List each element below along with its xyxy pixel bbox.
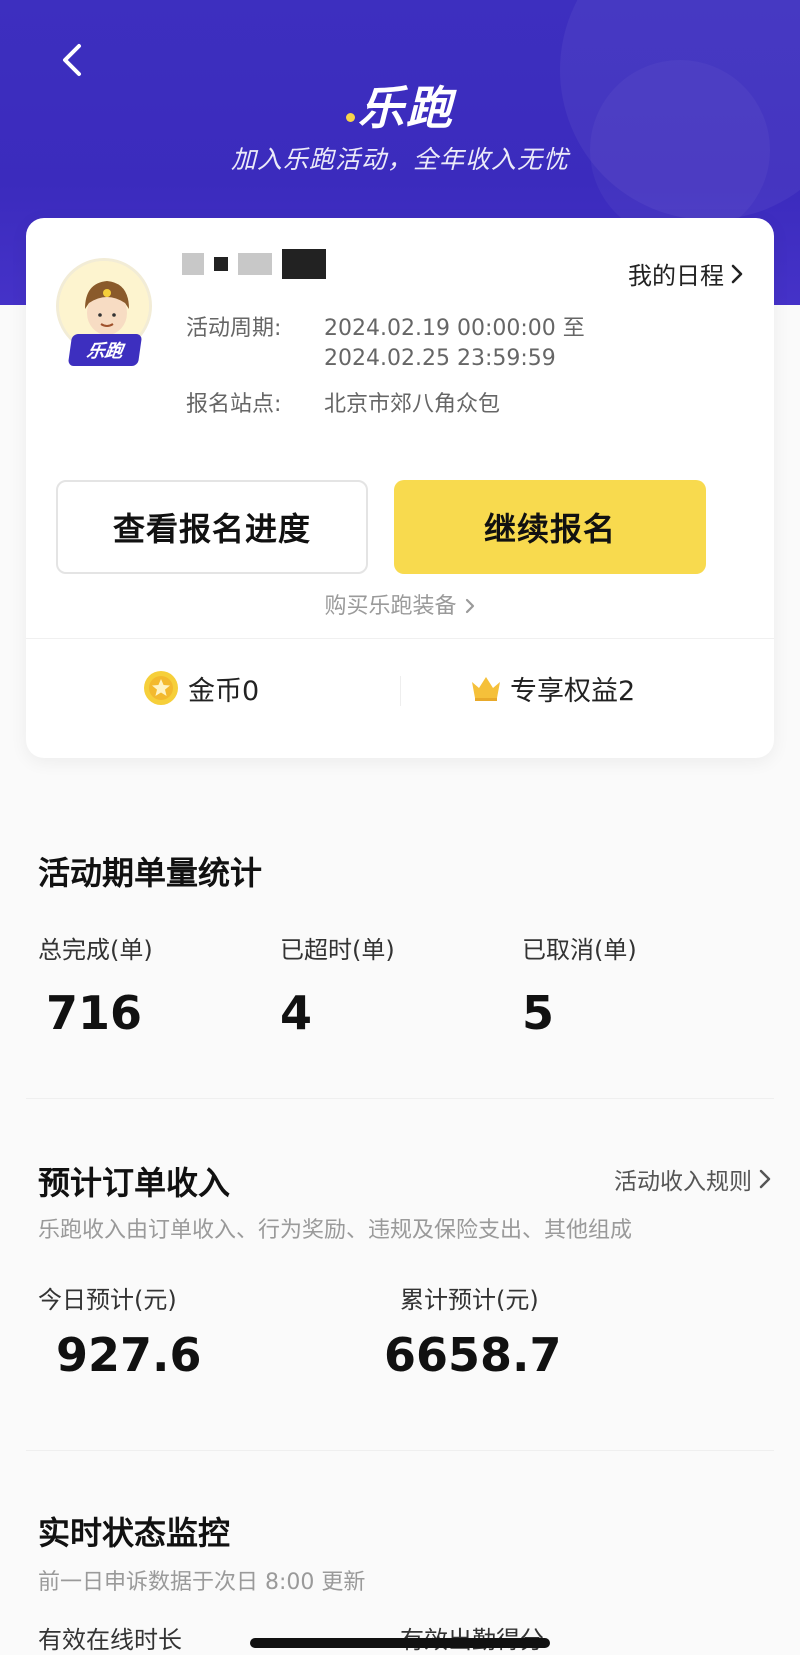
order-stats-title-text: 活动期单量统计	[38, 854, 263, 892]
my-schedule-link[interactable]: 我的日程	[628, 256, 744, 291]
exclusive-benefits-label: 专享权益2	[510, 675, 636, 707]
brand-logo: 乐跑	[0, 72, 800, 138]
today-estimate-value: 927.6	[56, 1328, 202, 1382]
coin-icon	[144, 671, 178, 705]
username-redacted	[182, 240, 352, 288]
income-rules-label: 活动收入规则	[614, 1169, 752, 1195]
brand-badge: 乐跑	[67, 334, 143, 366]
divider	[26, 1098, 774, 1099]
chevron-right-icon	[759, 1169, 771, 1189]
completed-value: 716	[46, 986, 143, 1040]
chevron-right-icon	[731, 264, 743, 283]
online-duration-label: 有效在线时长	[38, 1626, 182, 1654]
signup-station-label: 报名站点:	[186, 392, 282, 417]
my-schedule-label: 我的日程	[628, 262, 724, 290]
timeout-value: 4	[280, 986, 313, 1040]
activity-period-start: 2024.02.19 00:00:00 至	[324, 316, 585, 341]
monitor-title: 实时状态监控	[34, 1502, 231, 1554]
income-title-text: 预计订单收入	[38, 1164, 231, 1202]
signup-station-value: 北京市郊八角众包	[324, 392, 501, 417]
coins-label: 金币0	[188, 675, 260, 707]
chevron-right-icon	[465, 598, 474, 614]
cancelled-label: 已取消(单)	[522, 936, 637, 964]
total-estimate-label: 累计预计(元)	[400, 1286, 539, 1314]
crown-icon	[472, 677, 500, 701]
signup-station-row: 报名站点: 北京市郊八角众包	[186, 386, 500, 418]
exclusive-benefits-stat[interactable]: 专享权益2	[470, 658, 635, 718]
continue-signup-button[interactable]: 继续报名	[394, 480, 706, 574]
view-signup-progress-button[interactable]: 查看报名进度	[56, 480, 368, 574]
buy-equipment-label: 购买乐跑装备	[324, 594, 457, 619]
income-description: 乐跑收入由订单收入、行为奖励、违规及保险支出、其他组成	[38, 1218, 633, 1243]
activity-period-row: 活动周期: 2024.02.19 00:00:00 至	[186, 310, 585, 342]
activity-period-end: 2024.02.25 23:59:59	[324, 346, 556, 371]
today-estimate-label: 今日预计(元)	[38, 1286, 177, 1314]
monitor-title-text: 实时状态监控	[38, 1514, 231, 1552]
divider	[26, 1450, 774, 1451]
activity-period-label: 活动周期:	[186, 316, 282, 341]
profile-card: 乐跑 我的日程 活动周期: 2024.02.19 00:00:00 至 2024.…	[26, 218, 774, 758]
brand-logo-text: 乐跑	[358, 81, 454, 135]
monitor-note: 前一日申诉数据于次日 8:00 更新	[38, 1570, 366, 1595]
order-stats-title: 活动期单量统计	[34, 842, 263, 894]
coins-stat[interactable]: 金币0	[142, 658, 259, 718]
total-estimate-value: 6658.7	[384, 1328, 562, 1382]
divider	[400, 676, 401, 706]
brand-slogan: 加入乐跑活动，全年收入无忧	[230, 145, 569, 174]
income-title: 预计订单收入	[34, 1152, 231, 1204]
income-rules-link[interactable]: 活动收入规则	[614, 1162, 772, 1196]
home-indicator[interactable]	[250, 1638, 550, 1648]
page: 乐跑 加入乐跑活动，全年收入无忧 乐跑 我的日程 活动周期: 2024.02.1…	[0, 0, 800, 1655]
divider	[26, 638, 774, 639]
timeout-label: 已超时(单)	[280, 936, 395, 964]
completed-label: 总完成(单)	[38, 936, 153, 964]
cancelled-value: 5	[522, 986, 555, 1040]
buy-equipment-link[interactable]: 购买乐跑装备	[26, 588, 774, 620]
